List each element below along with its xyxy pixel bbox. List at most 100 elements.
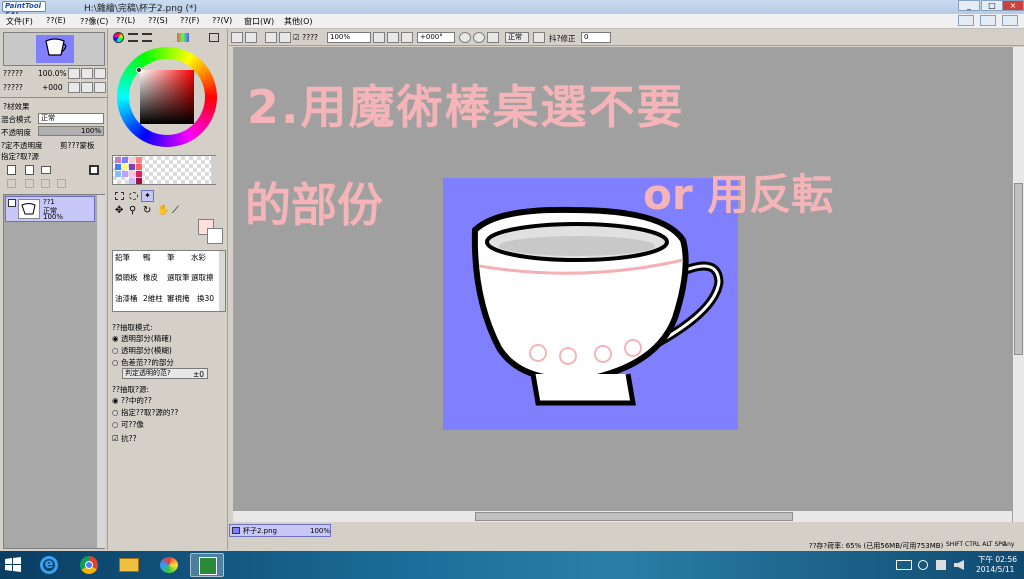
opacity-slider[interactable]: 100% (38, 126, 104, 136)
horizontal-scroll-thumb[interactable] (475, 512, 793, 521)
rotate-ccw-button[interactable] (459, 32, 471, 43)
new-folder-icon[interactable] (41, 166, 51, 174)
notification-icon[interactable] (918, 560, 928, 570)
src-radio-layer[interactable]: ◉ ??中的?? (112, 395, 152, 406)
rect-select-icon[interactable] (115, 192, 124, 200)
color-picker-handle[interactable] (136, 67, 142, 73)
new-linework-icon[interactable] (25, 165, 34, 175)
document-tab[interactable]: 杯子2.png 100% (229, 524, 331, 537)
windows-start-icon[interactable] (4, 556, 22, 574)
swatch-scrollbar[interactable] (211, 156, 217, 184)
clipping-checkbox[interactable]: 剪???蒙板 (60, 140, 94, 151)
zoom-in-button[interactable] (81, 68, 93, 79)
zoom-out-button[interactable] (68, 68, 80, 79)
tool-custom[interactable]: 換30 (197, 293, 214, 304)
doc-restore-button[interactable] (980, 15, 996, 26)
menu-other[interactable]: 其他(O) (284, 16, 313, 27)
tool-marker[interactable]: 鎖頭板 (115, 272, 138, 283)
maximize-button[interactable]: □ (981, 0, 1003, 11)
src-radio-specified[interactable]: ○ 指定??取?源的?? (112, 407, 178, 418)
menu-window[interactable]: 窗口(W) (244, 16, 274, 27)
lasso-icon[interactable] (129, 192, 138, 200)
mode-radio-color[interactable]: ○ 色差范??的部分 (112, 357, 174, 368)
stabilizer-select[interactable]: 0 (581, 32, 611, 43)
tool-select-eraser[interactable]: 選取擦 (191, 272, 214, 283)
clock-time[interactable]: 下午 02:56 (978, 554, 1017, 565)
network-icon[interactable] (936, 560, 946, 570)
move-icon[interactable]: ✥ (115, 206, 123, 216)
zoom-minus-button[interactable] (373, 32, 385, 43)
layer-mask-icon[interactable] (89, 165, 99, 175)
tool-brush[interactable]: 筆 (167, 252, 175, 263)
background-color[interactable] (207, 228, 223, 244)
rotate-reset-button[interactable] (94, 82, 106, 93)
doc-close-button[interactable] (1002, 15, 1018, 26)
eye-icon[interactable] (8, 199, 16, 207)
invert-selection-button[interactable] (245, 32, 257, 43)
rgb-slider-mode-icon[interactable] (128, 33, 138, 42)
tool-eraser[interactable]: 橡皮 (143, 272, 158, 283)
blend-select[interactable]: 正常 (505, 32, 529, 43)
mode-radio-blur[interactable]: ○ 透明部分(模糊) (112, 345, 172, 356)
tool-bucket[interactable]: 油漆桶 (115, 293, 138, 304)
swatch-palette[interactable] (112, 155, 217, 185)
menu-select[interactable]: ??(S) (148, 16, 168, 25)
select-all-button[interactable] (265, 32, 277, 43)
rotate-left-button[interactable] (68, 82, 80, 93)
preserve-opacity-checkbox[interactable]: ?定不透明度 (1, 140, 42, 151)
tool-grid-scrollbar[interactable] (219, 251, 225, 311)
stabilizer-icon[interactable] (533, 32, 545, 43)
vertical-scrollbar[interactable] (1012, 47, 1024, 522)
menu-edit[interactable]: ??(E) (46, 16, 66, 25)
transfer-down-icon[interactable] (7, 179, 16, 188)
navigator-preview[interactable] (3, 32, 105, 66)
tool-blur[interactable]: 審視掩 (167, 293, 190, 304)
zoom-tool-icon[interactable]: ⚲ (129, 206, 136, 216)
deselect-button[interactable] (231, 32, 243, 43)
eyedropper-icon[interactable]: ⟋ (172, 206, 179, 216)
menu-view[interactable]: ??(V) (212, 16, 232, 25)
menu-filter[interactable]: ??(F) (180, 16, 199, 25)
tool-watercolor[interactable]: 水彩 (191, 252, 206, 263)
rotate-cw-button[interactable] (473, 32, 485, 43)
merge-down-icon[interactable] (25, 179, 34, 188)
hand-icon[interactable]: ✋ (157, 206, 169, 216)
menu-layer[interactable]: ??(L) (116, 16, 135, 25)
texture-effect-label[interactable]: ?材效果 (3, 101, 29, 112)
doc-minimize-button[interactable] (958, 15, 974, 26)
ie-icon[interactable]: e (32, 553, 66, 577)
saturation-value-square[interactable] (140, 70, 194, 124)
src-radio-image[interactable]: ○ 可??像 (112, 419, 144, 430)
close-button[interactable]: × (1002, 0, 1024, 11)
selection-source-checkbox[interactable]: 指定?取?源 (1, 151, 39, 162)
hsv-slider-mode-icon[interactable] (142, 33, 152, 42)
magic-wand-icon[interactable]: ✦ (141, 190, 154, 202)
layer-item[interactable]: ??1 正常 100% (5, 196, 95, 222)
tool-2d-shape[interactable]: 2維柱 (143, 293, 163, 304)
toolbar-checkbox[interactable]: ☑ ???? (293, 33, 318, 42)
color-wheel-mode-icon[interactable] (113, 32, 124, 43)
zoom-fit-button[interactable] (401, 32, 413, 43)
clock-date[interactable]: 2014/5/11 (976, 565, 1014, 574)
vertical-scroll-thumb[interactable] (1014, 183, 1023, 355)
color-wheel[interactable] (117, 47, 217, 147)
horizontal-scrollbar[interactable] (233, 510, 1012, 522)
clear-layer-icon[interactable] (41, 179, 50, 188)
zoom-plus-button[interactable] (387, 32, 399, 43)
delete-layer-icon[interactable] (57, 179, 66, 188)
zoom-reset-button[interactable] (94, 68, 106, 79)
minimize-button[interactable]: _ (958, 0, 980, 11)
palette-mode-icon[interactable] (177, 33, 189, 42)
tool-select-pen[interactable]: 選取筆 (167, 272, 190, 283)
swatch-mode-icon[interactable] (209, 33, 219, 42)
keyboard-icon[interactable] (896, 560, 912, 570)
rotate-right-button[interactable] (81, 82, 93, 93)
menu-image[interactable]: ??像(C) (80, 16, 108, 27)
rotate-tool-icon[interactable]: ↻ (143, 206, 151, 216)
chrome-icon[interactable] (72, 553, 106, 577)
canvas-area[interactable]: 2.用魔術棒桌選不要 的部份 or 用反転 (233, 47, 1012, 510)
antialias-checkbox[interactable]: ☑ 抗?? (112, 433, 137, 444)
blend-mode-select[interactable]: 正常 (38, 113, 104, 124)
layer-scrollbar[interactable] (97, 195, 105, 548)
show-selection-button[interactable] (279, 32, 291, 43)
